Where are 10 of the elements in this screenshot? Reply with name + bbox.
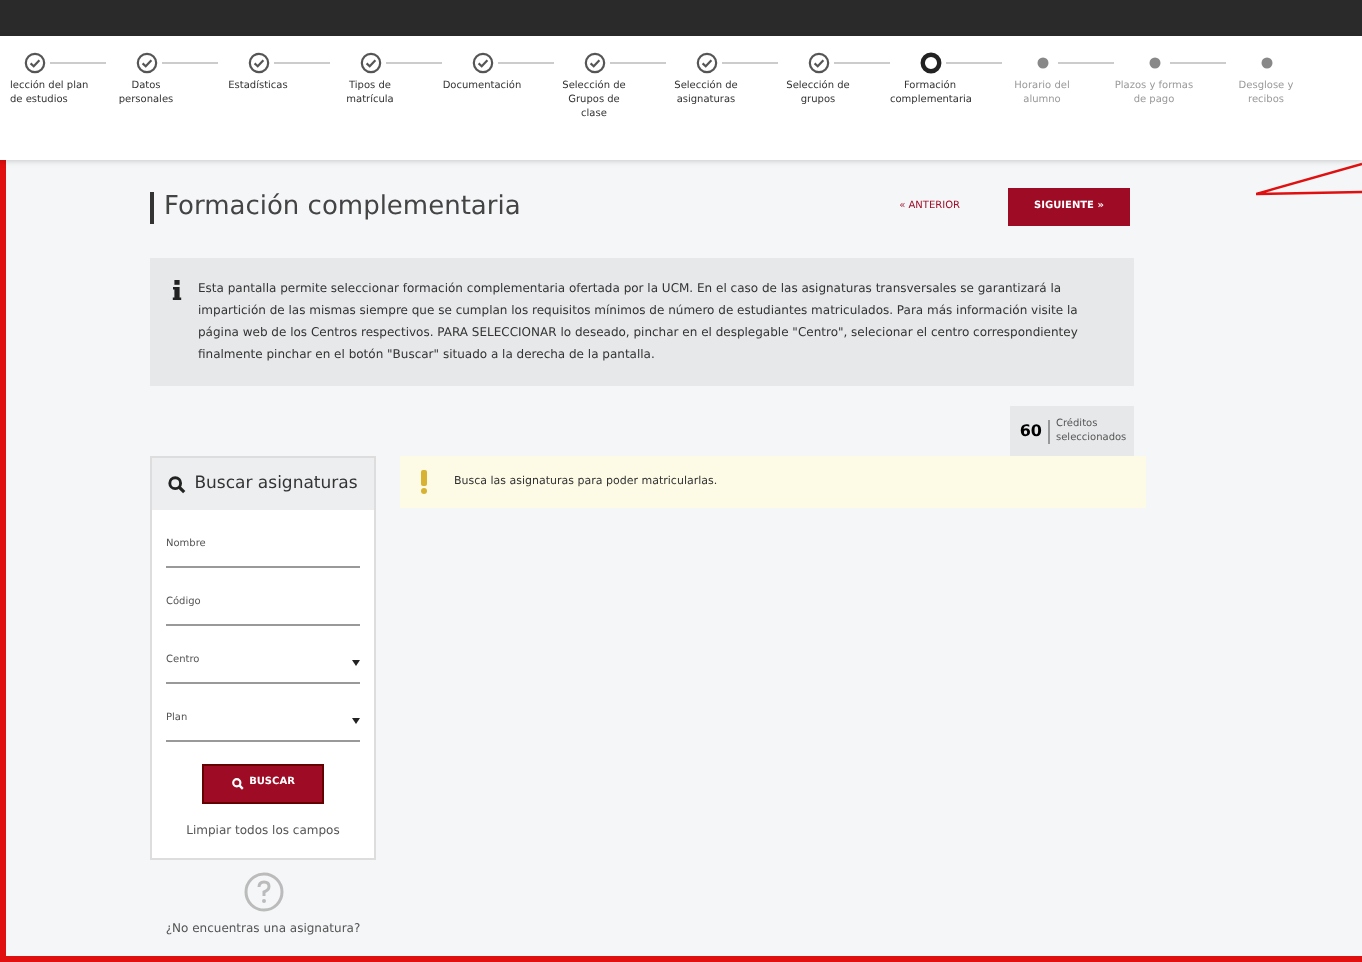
- caret-icon: [352, 717, 360, 723]
- search-icon: [231, 778, 244, 790]
- caret-icon: [352, 659, 360, 665]
- search-icon: [168, 475, 187, 493]
- info-icon: [172, 280, 182, 300]
- warning-icon: [420, 470, 428, 494]
- page-title: Formación complementaria: [150, 191, 900, 223]
- help-icon: [243, 872, 283, 912]
- credits-value: 60: [1019, 419, 1050, 443]
- search-panel-title: Buscar asignaturas: [194, 471, 358, 497]
